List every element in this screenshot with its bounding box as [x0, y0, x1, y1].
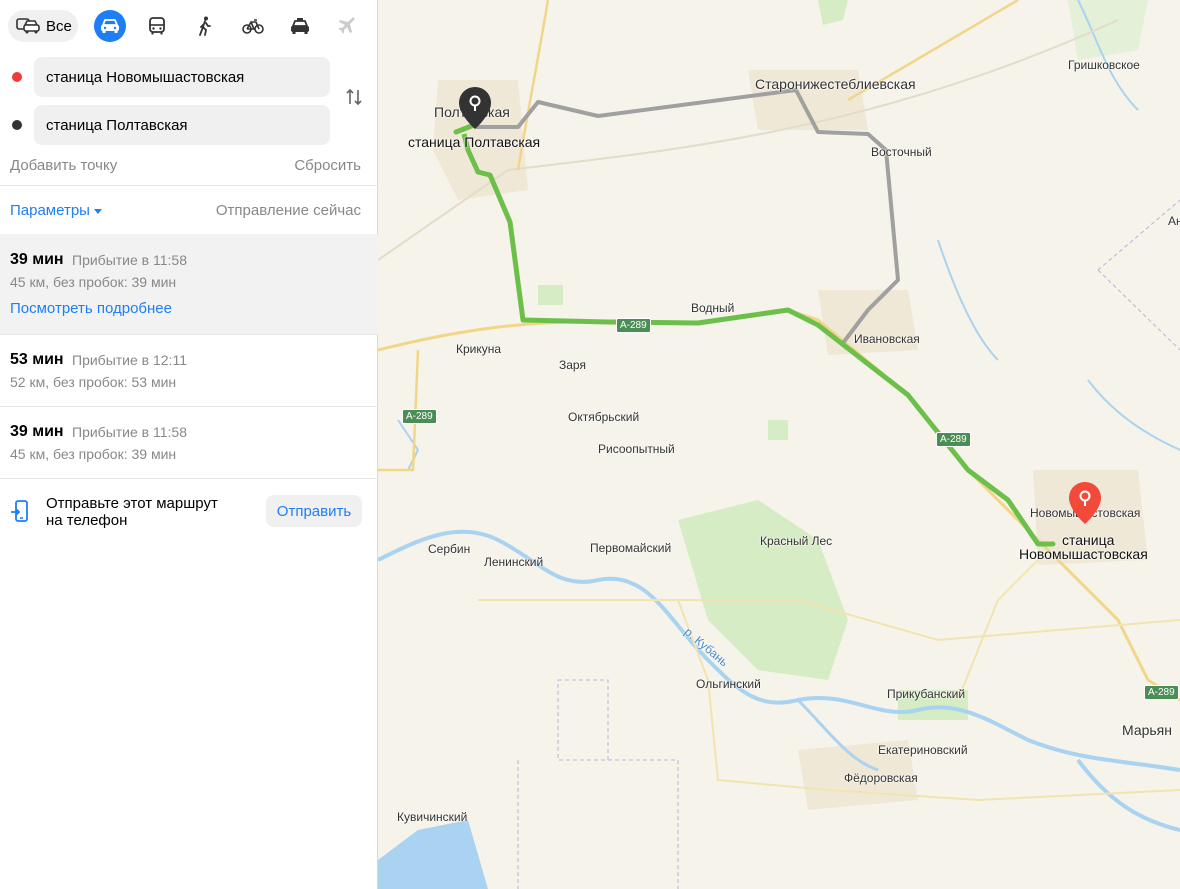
forest-area — [538, 285, 563, 305]
add-point-link[interactable]: Добавить точку — [10, 157, 117, 174]
multi-transport-icon — [16, 18, 40, 34]
route-arrival: Прибытие в 11:58 — [72, 424, 187, 440]
route-arrival: Прибытие в 11:58 — [72, 252, 187, 268]
car-icon — [101, 19, 119, 33]
map-label: Ольгинский — [696, 677, 761, 691]
map-label: Заря — [559, 358, 586, 372]
departure-time-link[interactable]: Отправление сейчас — [216, 202, 361, 219]
route-more-link[interactable]: Посмотреть подробнее — [10, 300, 172, 317]
map-label: Крикуна — [456, 342, 502, 356]
canal — [937, 239, 999, 361]
route-option-1[interactable]: 39 мин Прибытие в 11:58 45 км, без пробо… — [0, 234, 378, 334]
send-to-phone-text: Отправьте этот маршрут на телефон — [46, 495, 218, 529]
road-shield: А-289 — [616, 318, 651, 333]
main-route-line — [453, 122, 1056, 547]
start-point-pin[interactable] — [1068, 481, 1102, 525]
map-label: Фёдоровская — [844, 771, 918, 785]
map-label: Екатериновский — [878, 743, 968, 757]
map-label: Первомайский — [590, 541, 672, 555]
bike-icon — [242, 19, 264, 34]
mode-all-label: Все — [46, 17, 72, 35]
mode-plane-button[interactable] — [332, 10, 364, 42]
forest-area — [818, 0, 848, 25]
route-option-2[interactable]: 53 мин Прибытие в 12:11 52 км, без пробо… — [0, 335, 378, 406]
mode-all-button[interactable]: Все — [8, 10, 78, 42]
params-label: Параметры — [10, 202, 90, 219]
map-label: Восточный — [871, 145, 932, 159]
send-to-phone-row: Отправьте этот маршрут на телефон Отправ… — [0, 480, 378, 540]
reset-link[interactable]: Сбросить — [294, 157, 361, 174]
map-label: Гришковское — [1068, 58, 1140, 72]
route-arrival: Прибытие в 12:11 — [72, 352, 187, 368]
map-label: станица Полтавская — [408, 134, 541, 150]
taxi-icon — [291, 18, 309, 34]
send-button[interactable]: Отправить — [266, 495, 362, 527]
map-label: Рисоопытный — [598, 442, 675, 456]
start-point-input[interactable] — [34, 57, 330, 97]
route-panel: Все станица Новомышастовская станица Пол… — [0, 0, 378, 889]
forest-area — [768, 420, 788, 440]
transport-mode-bar: Все — [8, 10, 373, 44]
end-point-dot — [12, 120, 22, 130]
route-time: 39 мин — [10, 423, 64, 440]
route-details: 45 км, без пробок: 39 мин — [10, 446, 177, 462]
map-label: Ан — [1168, 214, 1180, 228]
map-label: Красный Лес — [760, 534, 833, 548]
plane-icon — [339, 17, 355, 34]
route-details: 52 км, без пробок: 53 мин — [10, 374, 177, 390]
mode-bus-button[interactable] — [141, 10, 173, 42]
divider — [0, 185, 378, 186]
mode-car-button[interactable] — [94, 10, 126, 42]
divider — [0, 478, 378, 479]
end-point-pin[interactable] — [458, 86, 492, 130]
params-dropdown[interactable]: Параметры — [10, 202, 102, 219]
map-label: Октябрьский — [568, 410, 640, 424]
swap-points-button[interactable] — [343, 86, 365, 108]
map-label: Старонижестеблиевская — [755, 76, 916, 92]
route-time: 53 мин — [10, 351, 64, 368]
road-shield: А-289 — [402, 409, 437, 424]
map-label: Марьян — [1122, 722, 1172, 738]
map-label: Водный — [691, 301, 735, 315]
route-option-3[interactable]: 39 мин Прибытие в 11:58 45 км, без пробо… — [0, 407, 378, 478]
route-details: 45 км, без пробок: 39 мин — [10, 274, 177, 290]
map-label: Прикубанский — [887, 687, 966, 701]
end-point-input[interactable] — [34, 105, 330, 145]
forest-area — [1068, 0, 1148, 60]
district-border — [517, 679, 679, 889]
route-time: 39 мин — [10, 251, 64, 268]
caret-down-icon — [93, 209, 102, 214]
map-view[interactable]: А-289 А-289 А-289 А-289 Гришковское Стар… — [378, 0, 1180, 889]
road-shield: А-289 — [936, 432, 971, 447]
canal — [1087, 379, 1180, 451]
map-label: Ивановская — [854, 332, 920, 346]
map-label: Новомышастовская — [1019, 546, 1148, 562]
road — [957, 559, 1039, 701]
lake — [378, 820, 488, 889]
start-point-dot — [12, 72, 22, 82]
walk-icon — [199, 16, 211, 36]
map-label: Ленинский — [484, 555, 544, 569]
mode-taxi-button[interactable] — [284, 10, 316, 42]
road — [378, 169, 509, 261]
phone-send-icon — [11, 500, 28, 522]
map-label: Кувичинский — [397, 810, 468, 824]
swap-arrows-icon — [346, 88, 362, 106]
mode-bike-button[interactable] — [237, 10, 269, 42]
road-shield: А-289 — [1144, 685, 1179, 700]
bus-icon — [149, 17, 165, 35]
map-label: Сербин — [428, 542, 471, 556]
mode-walk-button[interactable] — [189, 10, 221, 42]
